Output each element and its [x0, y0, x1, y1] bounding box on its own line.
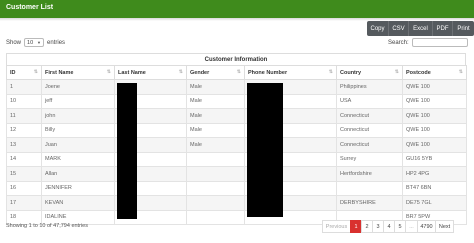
- cell-gender: [186, 151, 245, 167]
- cell-country: USA: [336, 93, 403, 109]
- cell-first-name: MARK: [41, 151, 115, 167]
- cell-country: Connecticut: [336, 137, 403, 153]
- cell-id: 10: [6, 93, 42, 109]
- cell-gender: Male: [186, 108, 245, 124]
- column-header-gender[interactable]: Gender ⇅: [186, 65, 245, 80]
- cell-country: [336, 180, 403, 196]
- cell-id: 1: [6, 79, 42, 95]
- pagination: Previous 1 2 3 4 5 ... 4790 Next: [322, 220, 454, 233]
- cell-country: Philippines: [336, 79, 403, 95]
- page-title: Customer List: [6, 4, 54, 11]
- cell-postcode: QWE 100: [402, 108, 467, 124]
- customer-table: ID ⇅ First Name ⇅ Last Name ⇅ Gender ⇅ Phone…: [6, 65, 467, 225]
- search-input[interactable]: [411, 38, 468, 47]
- next-page-button[interactable]: Next: [435, 220, 454, 233]
- cell-country: Connecticut: [336, 108, 403, 124]
- table-row: 1 Joene Male Philippines QWE 100: [6, 79, 467, 95]
- print-button[interactable]: Print: [453, 21, 474, 36]
- cell-id: 15: [6, 166, 42, 182]
- header-bar: Customer List: [0, 0, 474, 18]
- cell-first-name: KEVAN: [41, 195, 115, 211]
- table-row: 15 Allan Hertfordshire HP2 4PG: [6, 166, 467, 182]
- excel-button[interactable]: Excel: [409, 21, 433, 36]
- export-toolbar: Copy CSV Excel PDF Print: [367, 21, 474, 36]
- sort-icon: ⇅: [106, 69, 111, 75]
- cell-postcode: DE75 7GL: [402, 195, 467, 211]
- cell-country: DERBYSHIRE: [336, 195, 403, 211]
- sort-icon: ⇅: [458, 69, 463, 75]
- table-header-row: ID ⇅ First Name ⇅ Last Name ⇅ Gender ⇅ Phone…: [6, 65, 467, 80]
- column-header-last-name[interactable]: Last Name ⇅: [114, 65, 187, 80]
- cell-first-name: Billy: [41, 122, 115, 138]
- cell-gender: Male: [186, 137, 245, 153]
- cell-id: 14: [6, 151, 42, 167]
- page-4790-button[interactable]: 4790: [417, 220, 436, 233]
- previous-page-button[interactable]: Previous: [322, 220, 351, 233]
- column-header-first-name[interactable]: First Name ⇅: [41, 65, 115, 80]
- table-row: 17 KEVAN DERBYSHIRE DE75 7GL: [6, 195, 467, 211]
- search-control: Search:: [388, 38, 468, 47]
- table-row: 16 JENNIFER BT47 6BN: [6, 180, 467, 196]
- cell-gender: [186, 180, 245, 196]
- table-row: 14 MARK Surrey GU16 5YB: [6, 151, 467, 167]
- redaction-bar-phone-number: [247, 83, 283, 217]
- cell-id: 17: [6, 195, 42, 211]
- cell-first-name: john: [41, 108, 115, 124]
- pdf-button[interactable]: PDF: [433, 21, 453, 36]
- cell-postcode: GU16 5YB: [402, 151, 467, 167]
- cell-first-name: jeff: [41, 93, 115, 109]
- cell-postcode: QWE 100: [402, 122, 467, 138]
- cell-postcode: QWE 100: [402, 79, 467, 95]
- sort-icon: ⇅: [328, 69, 333, 75]
- cell-id: 13: [6, 137, 42, 153]
- column-header-id[interactable]: ID ⇅: [6, 65, 42, 80]
- redaction-bar-last-name: [117, 83, 137, 219]
- table-row: 12 Billy Male Connecticut QWE 100: [6, 122, 467, 138]
- cell-first-name: JENNIFER: [41, 180, 115, 196]
- show-label: Show: [6, 39, 22, 46]
- table-row: 13 Juan Male Connecticut QWE 100: [6, 137, 467, 153]
- cell-id: 12: [6, 122, 42, 138]
- cell-gender: Male: [186, 79, 245, 95]
- copy-button[interactable]: Copy: [367, 21, 389, 36]
- cell-first-name: Allan: [41, 166, 115, 182]
- csv-button[interactable]: CSV: [389, 21, 409, 36]
- cell-first-name: Juan: [41, 137, 115, 153]
- cell-gender: Male: [186, 93, 245, 109]
- chevron-down-icon: ▼: [37, 40, 42, 45]
- cell-first-name: Joene: [41, 79, 115, 95]
- column-header-country[interactable]: Country ⇅: [336, 65, 403, 80]
- sort-icon: ⇅: [394, 69, 399, 75]
- table-info: Showing 1 to 10 of 47,794 entries: [6, 223, 88, 229]
- table-row: 10 jeff Male USA QWE 100: [6, 93, 467, 109]
- column-header-phone-number[interactable]: Phone Number ⇅: [244, 65, 337, 80]
- table-caption: Customer Information: [6, 53, 466, 65]
- column-header-postcode[interactable]: Postcode ⇅: [402, 65, 467, 80]
- cell-gender: Male: [186, 122, 245, 138]
- cell-postcode: BT47 6BN: [402, 180, 467, 196]
- table-row: 11 john Male Connecticut QWE 100: [6, 108, 467, 124]
- sort-icon: ⇅: [33, 69, 38, 75]
- cell-gender: [186, 195, 245, 211]
- sort-icon: ⇅: [236, 69, 241, 75]
- entries-select[interactable]: 10 ▼: [24, 38, 45, 47]
- cell-postcode: QWE 100: [402, 93, 467, 109]
- cell-country: Connecticut: [336, 122, 403, 138]
- cell-country: Hertfordshire: [336, 166, 403, 182]
- cell-id: 11: [6, 108, 42, 124]
- entries-select-value: 10: [27, 39, 34, 46]
- customer-table-container: Customer Information ID ⇅ First Name ⇅ Las…: [6, 53, 467, 225]
- cell-country: Surrey: [336, 151, 403, 167]
- sort-icon: ⇅: [178, 69, 183, 75]
- entries-label: entries: [47, 39, 66, 46]
- cell-postcode: QWE 100: [402, 137, 467, 153]
- search-label: Search:: [388, 39, 409, 46]
- cell-id: 16: [6, 180, 42, 196]
- cell-gender: [186, 209, 245, 225]
- cell-postcode: HP2 4PG: [402, 166, 467, 182]
- length-control: Show 10 ▼ entries: [6, 38, 65, 47]
- cell-gender: [186, 166, 245, 182]
